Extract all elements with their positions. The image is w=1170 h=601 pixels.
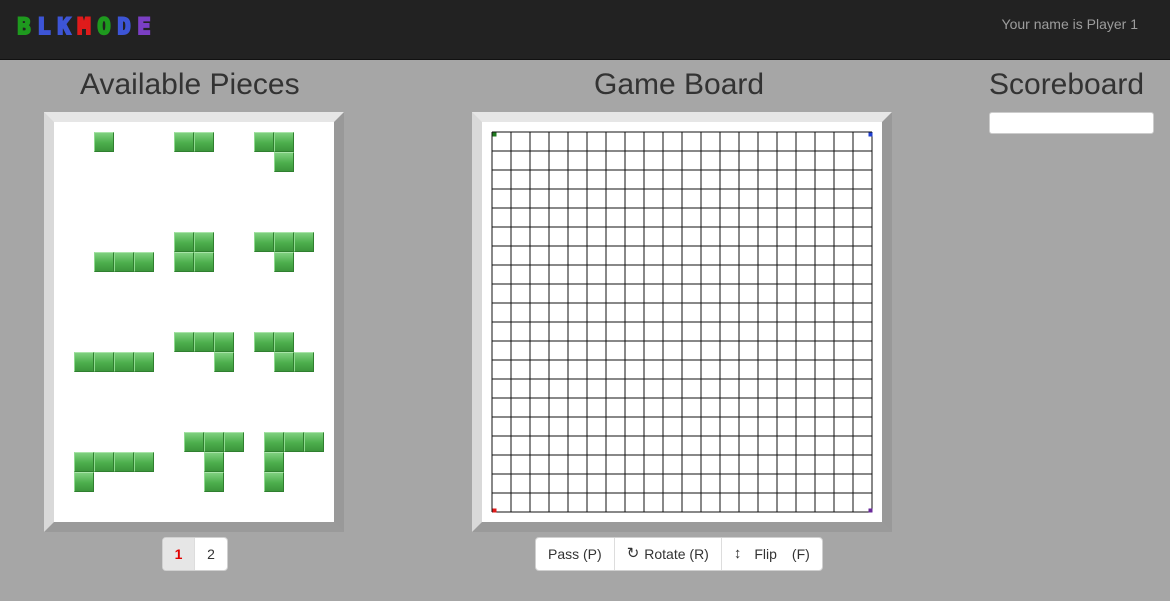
pass-label: Pass (P) bbox=[548, 546, 602, 562]
piece-square bbox=[184, 432, 204, 452]
piece-square bbox=[294, 352, 314, 372]
piece-square bbox=[254, 132, 274, 152]
rotate-button[interactable]: ↻ Rotate (R) bbox=[615, 538, 722, 570]
piece-square bbox=[264, 452, 284, 472]
piece-square bbox=[274, 132, 294, 152]
piece-square bbox=[194, 252, 214, 272]
piece-square bbox=[194, 332, 214, 352]
scoreboard-box bbox=[989, 112, 1154, 134]
pass-button[interactable]: Pass (P) bbox=[536, 538, 615, 570]
piece-square bbox=[204, 452, 224, 472]
piece-square bbox=[134, 452, 154, 472]
flip-button[interactable]: ↕ Flip (F) bbox=[722, 538, 822, 570]
board-grid[interactable] bbox=[482, 122, 882, 522]
corner-start-marker bbox=[492, 508, 497, 513]
board-controls: Pass (P) ↻ Rotate (R) ↕ Flip (F) bbox=[535, 537, 823, 571]
game-board bbox=[472, 112, 892, 532]
piece-square bbox=[94, 452, 114, 472]
piece-square bbox=[274, 352, 294, 372]
piece-square bbox=[194, 132, 214, 152]
scoreboard-title: Scoreboard bbox=[989, 68, 1145, 101]
page-2-button[interactable]: 2 bbox=[195, 538, 227, 570]
piece-square bbox=[224, 432, 244, 452]
piece-square bbox=[114, 352, 134, 372]
pieces-area bbox=[54, 122, 334, 522]
piece-square bbox=[94, 132, 114, 152]
piece-square bbox=[74, 352, 94, 372]
piece-square bbox=[274, 152, 294, 172]
vertical-arrows-icon: ↕ bbox=[733, 545, 742, 562]
page-1-button[interactable]: 1 bbox=[163, 538, 195, 570]
top-navbar: BLKMODE Your name is Player 1 bbox=[0, 0, 1170, 60]
piece-square bbox=[274, 252, 294, 272]
logo-letter: K bbox=[56, 15, 71, 40]
piece-square bbox=[114, 252, 134, 272]
piece-square bbox=[284, 432, 304, 452]
logo-letter: E bbox=[136, 15, 151, 40]
flip-key-label: (F) bbox=[791, 546, 810, 562]
pieces-panel bbox=[44, 112, 344, 532]
piece-square bbox=[254, 232, 274, 252]
piece-square bbox=[74, 452, 94, 472]
flip-label: Flip bbox=[754, 546, 777, 562]
piece-square bbox=[194, 232, 214, 252]
piece-square bbox=[174, 252, 194, 272]
piece-square bbox=[134, 252, 154, 272]
corner-start-marker bbox=[868, 508, 873, 513]
piece-square bbox=[94, 252, 114, 272]
piece-square bbox=[304, 432, 324, 452]
piece-square bbox=[264, 432, 284, 452]
logo-letter: M bbox=[76, 15, 91, 40]
piece-square bbox=[94, 352, 114, 372]
piece-square bbox=[174, 332, 194, 352]
corner-start-marker bbox=[868, 132, 873, 137]
rotate-label: Rotate (R) bbox=[644, 546, 709, 562]
game-board-title: Game Board bbox=[594, 68, 765, 101]
pieces-pager: 1 2 bbox=[162, 537, 228, 571]
logo-letter: O bbox=[96, 15, 111, 40]
piece-square bbox=[274, 232, 294, 252]
available-pieces-title: Available Pieces bbox=[80, 68, 300, 101]
logo-letter: L bbox=[36, 15, 51, 40]
piece-square bbox=[74, 472, 94, 492]
piece-square bbox=[174, 232, 194, 252]
piece-square bbox=[204, 432, 224, 452]
piece-square bbox=[204, 472, 224, 492]
piece-square bbox=[274, 332, 294, 352]
blkmode-logo[interactable]: BLKMODE bbox=[15, 15, 153, 40]
logo-letter: D bbox=[116, 15, 131, 40]
piece-square bbox=[254, 332, 274, 352]
logo-letter: B bbox=[16, 15, 31, 40]
piece-square bbox=[214, 352, 234, 372]
piece-square bbox=[114, 452, 134, 472]
rotate-icon: ↻ bbox=[626, 545, 640, 562]
player-name-label: Your name is Player 1 bbox=[1001, 16, 1138, 32]
piece-square bbox=[264, 472, 284, 492]
piece-square bbox=[134, 352, 154, 372]
piece-square bbox=[214, 332, 234, 352]
corner-start-marker bbox=[492, 132, 497, 137]
piece-square bbox=[174, 132, 194, 152]
piece-square bbox=[294, 232, 314, 252]
